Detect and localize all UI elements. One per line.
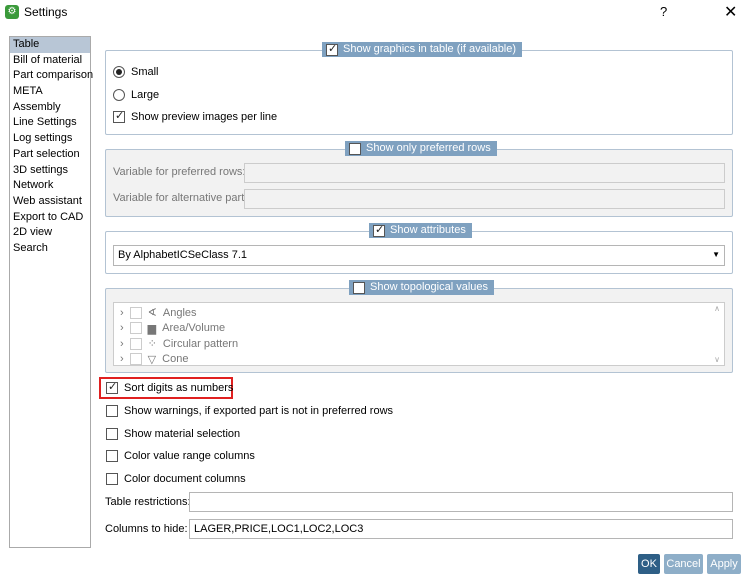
checkbox-icon[interactable] (373, 223, 385, 238)
volume-icon: ▆ (147, 322, 157, 335)
attributes-select[interactable]: By AlphabetICSeClass 7.1 ▼ (113, 245, 725, 266)
checkbox-icon[interactable] (113, 109, 125, 123)
checkbox-icon[interactable] (129, 337, 142, 350)
tree-item-label: Area/Volume (162, 322, 226, 335)
expand-chevron-icon[interactable]: › (120, 322, 124, 334)
var-alternative-label: Variable for alternative part: (113, 192, 248, 204)
checkbox-icon[interactable] (353, 281, 365, 294)
sidebar-item-2d-view[interactable]: 2D view (10, 225, 90, 241)
settings-category-list[interactable]: Table Bill of material Part comparison M… (9, 36, 93, 548)
sidebar-item-part-selection[interactable]: Part selection (10, 147, 90, 163)
tree-item-angles[interactable]: › ∢ Angles (120, 305, 724, 321)
radio-large[interactable]: Large (113, 89, 159, 101)
tree-item-area-volume[interactable]: › ▆ Area/Volume (120, 321, 724, 337)
var-preferred-label: Variable for preferred rows: (113, 166, 246, 178)
tree-item-cone[interactable]: › ▽ Cone (120, 352, 724, 368)
close-button[interactable]: ✕ (724, 2, 737, 22)
expand-chevron-icon[interactable]: › (120, 353, 124, 365)
window-title: Settings (24, 5, 68, 19)
show-material-label: Show material selection (124, 428, 241, 440)
dropdown-arrow-icon[interactable]: ▼ (712, 246, 720, 264)
show-warnings-checkbox[interactable]: Show warnings, if exported part is not i… (106, 405, 393, 417)
sidebar-item-web-assistant[interactable]: Web assistant (10, 194, 90, 210)
app-icon: ⚙ (5, 5, 19, 19)
expand-chevron-icon[interactable]: › (120, 307, 124, 319)
sort-digits-label: Sort digits as numbers (124, 382, 234, 394)
sidebar-item-search[interactable]: Search (10, 241, 90, 257)
sidebar-item-assembly[interactable]: Assembly (10, 100, 90, 116)
angle-icon: ∢ (147, 307, 157, 320)
columns-hide-input[interactable]: LAGER,PRICE,LOC1,LOC2,LOC3 (189, 519, 733, 539)
attributes-select-value: By AlphabetICSeClass 7.1 (118, 249, 248, 261)
color-range-checkbox[interactable]: Color value range columns (106, 450, 255, 462)
show-topological-toggle[interactable]: Show topological values (349, 280, 495, 295)
cone-icon: ▽ (147, 353, 157, 366)
scroll-up-icon[interactable]: ∧ (714, 304, 720, 313)
radio-icon[interactable] (113, 89, 125, 101)
sidebar-item-table[interactable]: Table (10, 37, 90, 53)
tree-item-circular-pattern[interactable]: › ⁘ Circular pattern (120, 336, 724, 352)
checkbox-icon[interactable] (106, 380, 118, 394)
table-restrictions-label: Table restrictions: (105, 496, 191, 508)
apply-button[interactable]: Apply (707, 554, 741, 574)
sidebar-item-meta[interactable]: META (10, 84, 90, 100)
color-range-label: Color value range columns (124, 450, 255, 462)
sidebar-item-export-to-cad[interactable]: Export to CAD (10, 210, 90, 226)
checkbox-icon[interactable] (106, 473, 118, 485)
show-graphics-label: Show graphics in table (if available) (343, 43, 517, 55)
color-doc-checkbox[interactable]: Color document columns (106, 473, 246, 485)
sidebar-item-3d-settings[interactable]: 3D settings (10, 163, 90, 179)
show-warnings-label: Show warnings, if exported part is not i… (124, 405, 394, 417)
show-preview-label: Show preview images per line (131, 111, 278, 123)
cancel-button[interactable]: Cancel (664, 554, 703, 574)
checkbox-icon[interactable] (129, 322, 142, 335)
checkbox-icon[interactable] (129, 353, 142, 366)
tree-item-label: Angles (162, 306, 197, 319)
show-attributes-label: Show attributes (390, 224, 466, 236)
sidebar-item-network[interactable]: Network (10, 178, 90, 194)
sidebar-item-bill-of-material[interactable]: Bill of material (10, 53, 90, 69)
radio-large-label: Large (131, 89, 160, 101)
checkbox-icon[interactable] (106, 450, 118, 462)
show-material-checkbox[interactable]: Show material selection (106, 428, 240, 440)
tree-item-label: Cone (162, 353, 189, 366)
checkbox-icon[interactable] (129, 306, 142, 319)
expand-chevron-icon[interactable]: › (120, 338, 124, 350)
sidebar-item-line-settings[interactable]: Line Settings (10, 115, 90, 131)
ok-button[interactable]: OK (638, 554, 660, 574)
radio-icon[interactable] (113, 66, 125, 78)
circular-pattern-icon: ⁘ (147, 338, 157, 351)
checkbox-icon[interactable] (106, 428, 118, 440)
radio-small-label: Small (131, 66, 159, 78)
color-doc-label: Color document columns (124, 473, 246, 485)
table-restrictions-input[interactable] (189, 492, 733, 512)
scroll-down-icon[interactable]: ∨ (714, 355, 720, 364)
show-topological-label: Show topological values (370, 281, 489, 293)
show-graphics-toggle[interactable]: Show graphics in table (if available) (322, 42, 523, 57)
show-preferred-toggle[interactable]: Show only preferred rows (345, 141, 497, 156)
columns-hide-label: Columns to hide: (105, 523, 188, 535)
show-preview-checkbox[interactable]: Show preview images per line (113, 109, 278, 123)
var-alternative-input[interactable] (244, 189, 725, 209)
checkbox-icon[interactable] (349, 142, 361, 155)
radio-small[interactable]: Small (113, 66, 159, 78)
checkbox-icon[interactable] (326, 42, 338, 57)
sidebar-item-log-settings[interactable]: Log settings (10, 131, 90, 147)
topological-tree[interactable]: › ∢ Angles › ▆ Area/Volume › ⁘ Circular patter… (113, 302, 725, 366)
tree-item-label: Circular pattern (162, 337, 239, 350)
sort-digits-checkbox[interactable]: Sort digits as numbers (106, 380, 234, 394)
checkbox-icon[interactable] (106, 405, 118, 417)
var-preferred-input[interactable] (244, 163, 725, 183)
show-preferred-label: Show only preferred rows (366, 142, 491, 154)
show-attributes-toggle[interactable]: Show attributes (369, 223, 472, 238)
sidebar-item-part-comparison[interactable]: Part comparison (10, 68, 93, 84)
help-button[interactable]: ? (660, 4, 667, 19)
